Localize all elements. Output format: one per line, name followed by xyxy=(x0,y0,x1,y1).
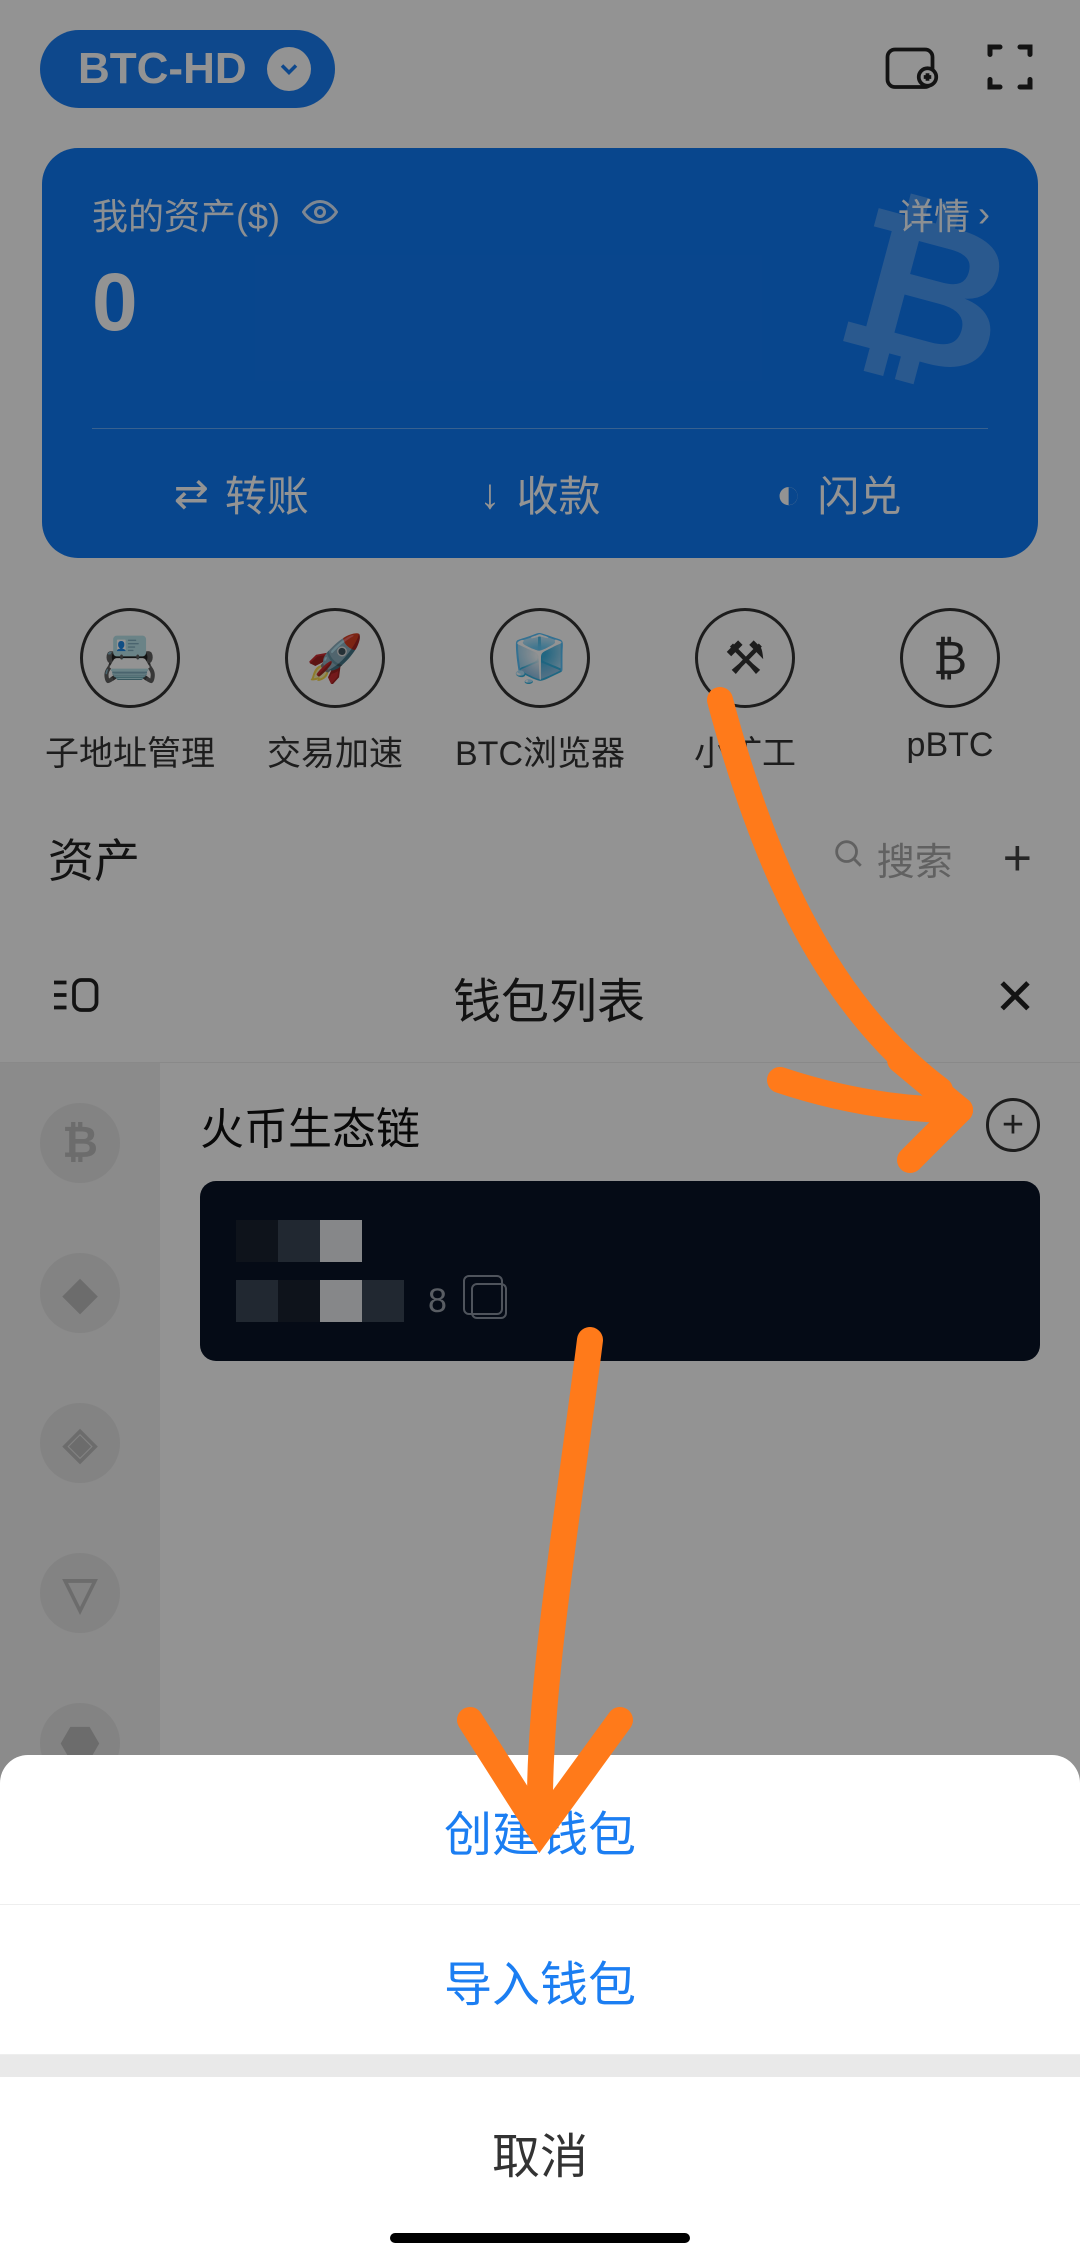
action-sheet: 创建钱包 导入钱包 取消 xyxy=(0,1755,1080,2257)
import-wallet-button[interactable]: 导入钱包 xyxy=(0,1905,1080,2055)
sheet-spacer xyxy=(0,2055,1080,2077)
create-wallet-button[interactable]: 创建钱包 xyxy=(0,1755,1080,1905)
cancel-button[interactable]: 取消 xyxy=(0,2077,1080,2227)
home-indicator xyxy=(0,2227,1080,2257)
